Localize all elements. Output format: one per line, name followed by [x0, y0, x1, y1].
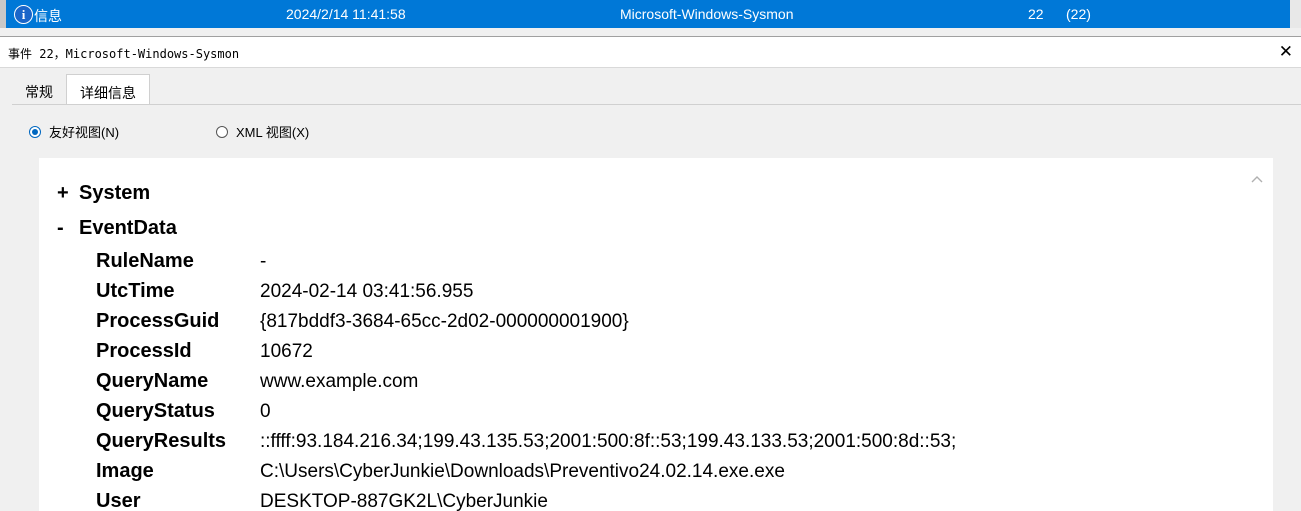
field-name: ProcessId — [96, 340, 192, 362]
tree-node-eventdata[interactable]: - EventData — [57, 217, 177, 240]
list-scrollbar[interactable] — [1290, 0, 1301, 28]
close-icon[interactable]: ✕ — [1279, 42, 1293, 62]
info-icon: i — [14, 5, 33, 24]
tree-node-label: EventData — [79, 217, 177, 239]
tree-node-label: System — [79, 182, 151, 204]
collapse-toggle[interactable]: - — [57, 217, 79, 240]
field-value: 0 — [260, 401, 271, 422]
event-task-category: (22) — [1066, 6, 1091, 22]
field-name: UtcTime — [96, 280, 175, 302]
field-name: User — [96, 490, 141, 511]
panel-title: 事件 22，Microsoft-Windows-Sysmon — [8, 47, 240, 61]
event-detail-view: + System - EventData RuleName - UtcTime 20… — [39, 158, 1273, 511]
tree-node-system[interactable]: + System — [57, 182, 150, 205]
splitter[interactable] — [0, 28, 1301, 37]
xml-view-option[interactable]: XML 视图(X) — [216, 122, 309, 141]
tab-bar: 常规 详细信息 — [12, 74, 150, 105]
xml-view-radio[interactable] — [216, 125, 228, 138]
field-name: Image — [96, 460, 154, 482]
field-value: 10672 — [260, 341, 313, 362]
field-name: QueryResults — [96, 430, 227, 452]
field-name: QueryName — [96, 370, 209, 392]
friendly-view-label: 友好视图(N) — [49, 125, 120, 140]
field-value: - — [260, 251, 267, 272]
friendly-view-option[interactable]: 友好视图(N) — [29, 122, 119, 141]
tab-general[interactable]: 常规 — [12, 74, 66, 104]
event-level: 信息 — [34, 8, 62, 24]
field-value: C:\Users\CyberJunkie\Downloads\Preventiv… — [260, 461, 785, 482]
selected-event-row[interactable]: i 信息 2024/2/14 11:41:58 Microsoft-Window… — [0, 0, 1290, 28]
tab-details[interactable]: 详细信息 — [66, 74, 150, 105]
xml-view-label: XML 视图(X) — [236, 125, 310, 140]
field-value: 2024-02-14 03:41:56.955 — [260, 281, 474, 302]
friendly-view-radio[interactable] — [29, 125, 41, 138]
field-value: ::ffff:93.184.216.34;199.43.135.53;2001:… — [260, 431, 957, 452]
chevron-up-icon[interactable] — [1251, 173, 1263, 185]
field-name: ProcessGuid — [96, 310, 220, 332]
field-value: {817bddf3-3684-65cc-2d02-000000001900} — [260, 311, 629, 332]
event-properties-header: 事件 22，Microsoft-Windows-Sysmon ✕ — [0, 37, 1301, 68]
event-datetime: 2024/2/14 11:41:58 — [286, 6, 406, 22]
field-name: QueryStatus — [96, 400, 215, 422]
event-id: 22 — [1028, 6, 1044, 22]
field-name: RuleName — [96, 250, 194, 272]
field-value: DESKTOP-887GK2L\CyberJunkie — [260, 491, 548, 511]
event-source: Microsoft-Windows-Sysmon — [620, 6, 794, 22]
tab-divider — [12, 104, 1301, 105]
field-value: www.example.com — [260, 371, 419, 392]
expand-toggle[interactable]: + — [57, 182, 79, 205]
